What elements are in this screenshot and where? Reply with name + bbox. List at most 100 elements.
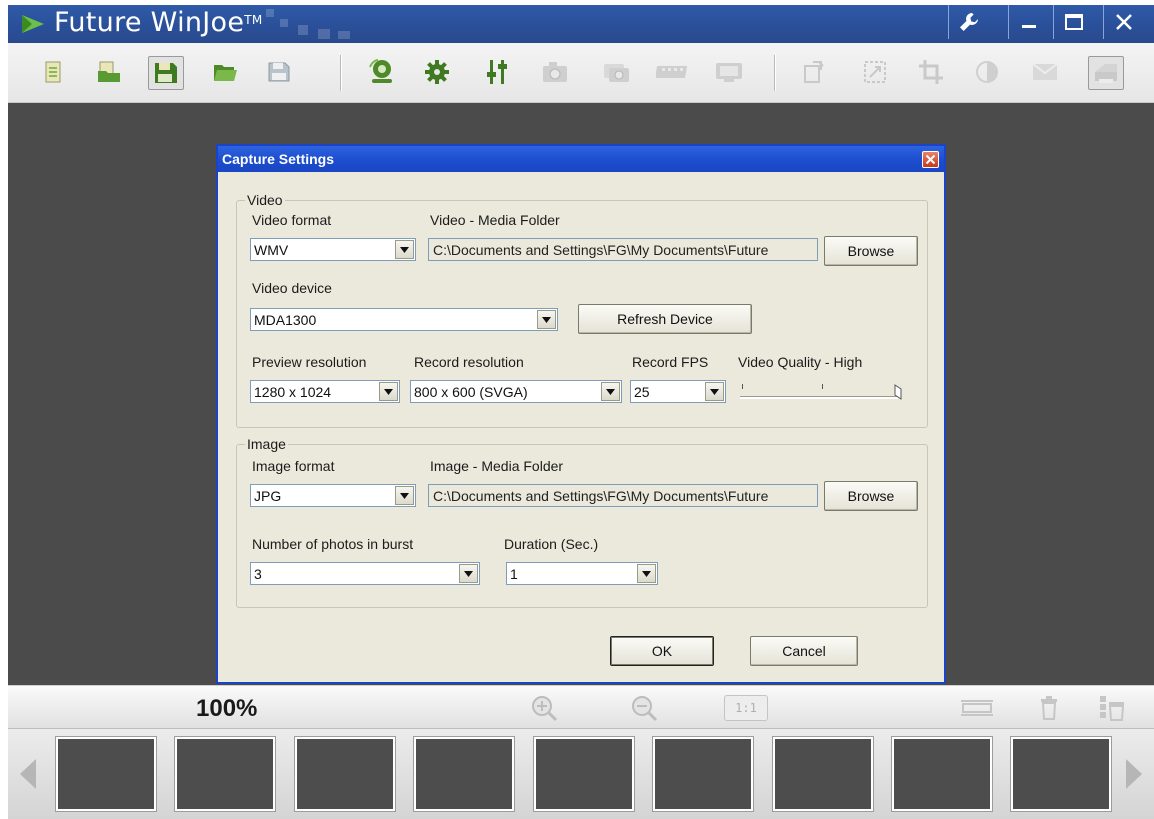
scroll-right-arrow-icon[interactable] [1124,757,1144,795]
image-media-folder-field[interactable]: C:\Documents and Settings\FG\My Document… [428,484,818,507]
dialog-close-button[interactable] [922,151,939,168]
open-file-button[interactable] [36,56,70,88]
thumbnail-slot[interactable] [1011,737,1111,811]
open-folder-icon [95,59,123,85]
video-browse-button[interactable]: Browse [824,236,918,266]
settings-gear-button[interactable] [420,56,454,88]
thumbnail-slot[interactable] [175,737,275,811]
title-bar: Future WinJoeTM [8,5,1154,43]
resize-button[interactable] [858,56,892,88]
video-media-folder-value: C:\Documents and Settings\FG\My Document… [433,242,769,258]
print-button[interactable] [1088,56,1124,90]
delete-all-icon[interactable] [1098,694,1126,726]
chevron-down-icon[interactable] [601,382,620,401]
wrench-icon [958,11,980,33]
preview-resolution-label: Preview resolution [252,354,367,370]
crop-button[interactable] [914,56,948,88]
video-format-label: Video format [252,212,332,228]
thumbnail-slot[interactable] [295,737,395,811]
delete-icon[interactable] [1038,694,1060,726]
scroll-left-arrow-icon[interactable] [18,757,38,795]
app-logo-icon [20,13,44,35]
open-file-icon [40,59,66,85]
email-button[interactable] [1028,56,1062,88]
video-format-value: WMV [254,242,289,258]
chevron-down-icon[interactable] [379,382,398,401]
brightness-button[interactable] [970,56,1004,88]
slider-tick [742,384,743,389]
video-quality-slider[interactable] [738,382,908,402]
save-as-button[interactable] [148,56,184,90]
zoom-in-icon[interactable] [530,694,560,726]
open-media-folder-button[interactable] [208,56,242,88]
slider-thumb[interactable] [894,384,902,404]
chevron-down-icon[interactable] [459,564,478,583]
thumbnail-slot[interactable] [773,737,873,811]
record-fps-select[interactable]: 25 [630,380,726,403]
image-format-label: Image format [252,458,335,474]
thumbnail-slot[interactable] [414,737,514,811]
image-browse-button[interactable]: Browse [824,481,918,511]
record-resolution-label: Record resolution [414,354,524,370]
cancel-button[interactable]: Cancel [750,636,858,666]
close-icon [925,154,936,165]
record-fps-value: 25 [634,384,650,400]
zoom-out-icon[interactable] [630,694,660,726]
chevron-down-icon[interactable] [395,486,414,505]
save-as-icon [152,59,180,87]
settings-wrench-button[interactable] [948,5,989,39]
video-media-folder-field[interactable]: C:\Documents and Settings\FG\My Document… [428,238,818,261]
video-group-label: Video [245,192,285,208]
duration-label: Duration (Sec.) [504,536,599,552]
burst-count-value: 3 [254,566,262,582]
chevron-down-icon[interactable] [395,240,414,259]
close-button[interactable] [1103,5,1144,39]
open-folder-button[interactable] [92,56,126,88]
thumbnail-slot[interactable] [534,737,634,811]
main-toolbar [8,43,1154,103]
ok-button[interactable]: OK [610,636,714,666]
chevron-down-icon[interactable] [705,382,724,401]
record-resolution-select[interactable]: 800 x 600 (SVGA) [410,380,622,403]
burst-camera-icon [602,60,632,84]
settings-gear-icon [424,59,450,85]
zoom-percent: 100% [196,695,258,722]
rotate-button[interactable] [798,56,832,88]
minimize-button[interactable] [1008,5,1049,39]
print-icon [1091,60,1121,86]
open-media-folder-icon [211,59,239,85]
preview-resolution-select[interactable]: 1280 x 1024 [250,380,400,403]
close-icon [1115,13,1133,31]
actual-size-button[interactable]: 1:1 [724,695,768,721]
camera-icon [541,60,569,84]
duration-value: 1 [510,566,518,582]
video-format-select[interactable]: WMV [250,238,416,261]
camera-button[interactable] [538,56,572,88]
duration-select[interactable]: 1 [506,562,658,585]
burst-count-select[interactable]: 3 [250,562,480,585]
fit-width-icon[interactable] [960,698,994,722]
maximize-button[interactable] [1053,5,1094,39]
adjust-sliders-button[interactable] [480,56,514,88]
monitor-button[interactable] [712,56,746,88]
video-device-select[interactable]: MDA1300 [250,308,558,331]
thumbnail-slot[interactable] [56,737,156,811]
thumbnail-slot[interactable] [653,737,753,811]
webcam-button[interactable] [364,56,398,88]
refresh-device-button[interactable]: Refresh Device [578,304,752,334]
record-fps-label: Record FPS [632,354,709,370]
burst-camera-button[interactable] [600,56,634,88]
monitor-icon [714,60,744,84]
dialog-title: Capture Settings [222,151,335,167]
image-format-select[interactable]: JPG [250,484,416,507]
burst-count-label: Number of photos in burst [252,536,414,552]
slider-track [740,396,898,399]
toolbar-separator [340,55,342,91]
chevron-down-icon[interactable] [637,564,656,583]
video-strip-button[interactable] [656,56,690,88]
thumbnail-slot[interactable] [892,737,992,811]
image-media-folder-label: Image - Media Folder [430,458,564,474]
chevron-down-icon[interactable] [537,310,556,329]
save-button[interactable] [262,56,296,88]
brightness-icon [974,59,1000,85]
